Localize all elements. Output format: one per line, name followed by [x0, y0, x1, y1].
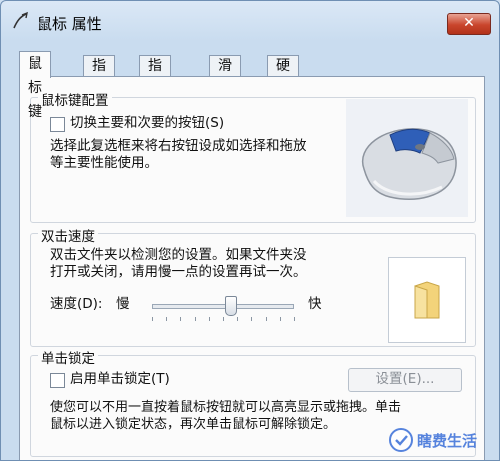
switch-buttons-label[interactable]: 切换主要和次要的按钮(S) [70, 115, 224, 132]
test-folder-area[interactable] [388, 257, 466, 343]
tab-pointers[interactable]: 指针 [83, 55, 115, 95]
slider-tick [294, 317, 295, 321]
close-button[interactable]: ✕ [447, 13, 491, 35]
click-lock-label[interactable]: 启用单击锁定(T) [70, 371, 170, 388]
window-title: 鼠标 属性 [37, 15, 102, 33]
slider-tick [152, 317, 153, 321]
button-config-legend: 鼠标键配置 [38, 89, 112, 109]
click-lock-legend: 单击锁定 [38, 347, 98, 367]
fast-label: 快 [308, 296, 322, 312]
speed-label: 速度(D): [50, 296, 103, 312]
slider-thumb[interactable] [225, 296, 237, 316]
switch-buttons-description-2: 等主要性能使用。 [50, 155, 158, 171]
mouse-app-icon [13, 11, 28, 29]
double-click-legend: 双击速度 [38, 225, 98, 245]
mouse-illustration-icon [346, 99, 468, 217]
watermark-text: 瞎费生活 [417, 432, 477, 450]
click-lock-description: 使您可以不用一直按着鼠标按钮就可以高亮显示或拖拽。单击 [50, 400, 402, 415]
slider-tick [194, 317, 196, 321]
double-click-speed-slider[interactable] [152, 296, 294, 316]
tab-pointer-options[interactable]: 指针选项 [139, 55, 171, 137]
slider-tick [265, 317, 267, 321]
switch-buttons-description: 选择此复选框来将右按钮设成如选择和拖放 [50, 138, 307, 154]
slider-tick [180, 317, 182, 321]
slider-tick [237, 317, 239, 321]
folder-icon [414, 281, 440, 319]
slider-tick [223, 317, 224, 321]
double-click-description-2: 打开或关闭，请用慢一点的设置再试一次。 [50, 264, 307, 280]
mouse-properties-window: 鼠标 属性 ✕ 鼠标键 指针 指针选项 滑轮 硬件 鼠标键配置 切换主要和次要的… [0, 0, 500, 461]
click-lock-settings-button[interactable]: 设置(E)... [348, 368, 462, 392]
tab-hardware[interactable]: 硬件 [267, 55, 299, 95]
double-click-description: 双击文件夹以检测您的设置。如果文件夹没 [50, 247, 307, 263]
slider-tick [279, 317, 281, 321]
tab-wheel[interactable]: 滑轮 [209, 55, 241, 95]
click-lock-checkbox[interactable] [50, 373, 65, 388]
switch-buttons-checkbox[interactable] [50, 117, 65, 132]
click-lock-description-2: 鼠标以进入锁定状态，再次单击鼠标可解除锁定。 [50, 417, 337, 432]
slow-label: 慢 [116, 296, 130, 312]
title-bar[interactable]: 鼠标 属性 ✕ [1, 1, 499, 43]
slider-tick [166, 317, 168, 321]
tab-panel-buttons: 鼠标键配置 切换主要和次要的按钮(S) 选择此复选框来将右按钮设成如选择和拖放 … [19, 76, 485, 460]
watermark-logo: 瞎费生活 [389, 428, 477, 452]
slider-ticks [152, 317, 295, 321]
slider-tick [208, 317, 210, 321]
slider-tick [251, 317, 253, 321]
tab-buttons[interactable]: 鼠标键 [19, 51, 51, 120]
